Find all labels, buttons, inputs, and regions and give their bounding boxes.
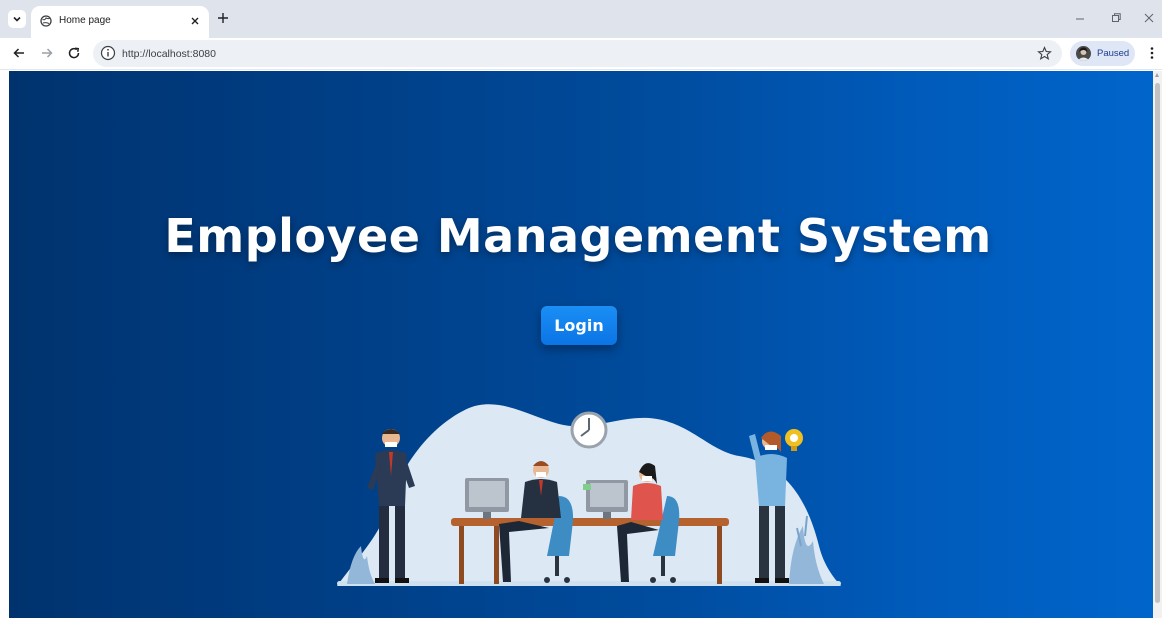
browser-tab[interactable]: Home page — [31, 6, 209, 38]
back-arrow-icon[interactable] — [12, 46, 26, 60]
url-text[interactable]: http://localhost:8080 — [122, 48, 216, 60]
forward-arrow-icon[interactable] — [40, 46, 54, 60]
login-button[interactable]: Login — [541, 306, 617, 345]
plus-icon[interactable] — [216, 11, 230, 25]
scrollbar[interactable] — [1153, 71, 1162, 618]
browser-toolbar: http://localhost:8080 Paused — [0, 38, 1162, 70]
tab-search-button[interactable] — [8, 10, 26, 28]
star-icon[interactable] — [1037, 46, 1052, 61]
info-icon[interactable] — [100, 45, 116, 61]
scroll-up-arrow-icon[interactable] — [1155, 73, 1159, 77]
more-vert-icon[interactable] — [1148, 46, 1156, 60]
close-icon[interactable] — [189, 15, 201, 27]
minimize-icon[interactable] — [1074, 12, 1086, 24]
window-close-icon[interactable] — [1143, 12, 1155, 24]
tab-title: Home page — [59, 15, 111, 26]
scroll-thumb[interactable] — [1155, 83, 1160, 603]
restore-icon[interactable] — [1110, 12, 1122, 24]
profile-status: Paused — [1097, 48, 1130, 59]
page-viewport: Employee Management System Login — [9, 71, 1153, 618]
address-bar[interactable]: http://localhost:8080 — [93, 40, 1062, 67]
profile-button[interactable]: Paused — [1070, 41, 1135, 66]
tab-strip: Home page — [0, 0, 1162, 38]
page-title: Employee Management System — [164, 209, 992, 263]
avatar — [1076, 46, 1091, 61]
office-illustration — [337, 404, 841, 586]
globe-icon — [40, 15, 52, 27]
tab-search-icon — [13, 16, 21, 22]
reload-icon[interactable] — [67, 46, 81, 60]
